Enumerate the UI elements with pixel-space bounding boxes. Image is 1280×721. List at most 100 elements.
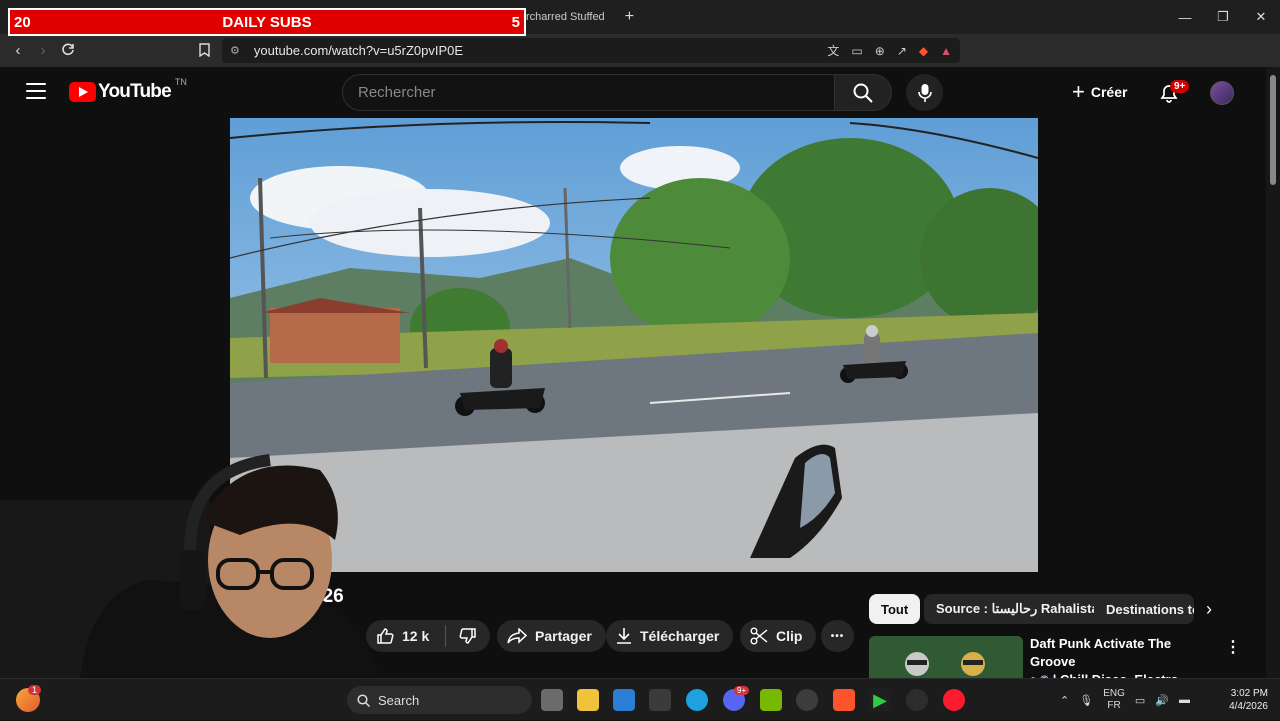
url-text: youtube.com/watch?v=u5rZ0pvIP0E xyxy=(253,43,464,58)
youtube-play-icon xyxy=(69,82,96,102)
cast-icon[interactable]: ▭ xyxy=(851,44,862,58)
taskbar-search[interactable]: Search xyxy=(347,686,532,714)
download-label: Télécharger xyxy=(640,628,720,644)
new-tab-button[interactable]: + xyxy=(625,8,634,26)
like-dislike-group: 12 k xyxy=(366,620,490,652)
maximize-button[interactable]: ❐ xyxy=(1204,0,1242,34)
youtube-logo[interactable]: YouTube TN xyxy=(69,77,187,103)
clip-label: Clip xyxy=(776,628,803,644)
brave-browser-icon[interactable] xyxy=(833,689,855,711)
window-controls: — ❐ ✕ xyxy=(1166,0,1280,34)
battery-icon[interactable]: ▬ xyxy=(1179,694,1190,706)
play-app-icon[interactable]: ▶ xyxy=(869,689,891,711)
widget-notification-badge: 1 xyxy=(28,685,42,695)
youtube-wordmark: YouTube xyxy=(98,81,172,102)
search-placeholder: Rechercher xyxy=(358,84,436,101)
recommendation-menu-icon[interactable]: ⋮ xyxy=(1225,637,1241,657)
taskbar-search-label: Search xyxy=(378,692,420,708)
recommendation-thumbnail[interactable] xyxy=(869,636,1023,678)
download-button[interactable]: Télécharger xyxy=(606,620,734,652)
download-icon xyxy=(617,628,631,644)
create-label: Créer xyxy=(1090,84,1128,100)
obs-icon[interactable] xyxy=(796,689,818,711)
clock-time: 3:02 PM xyxy=(1230,688,1268,699)
forward-icon[interactable]: › xyxy=(31,38,55,62)
scissors-icon xyxy=(750,627,768,645)
hamburger-menu-icon[interactable] xyxy=(26,83,46,99)
create-button[interactable]: + Créer xyxy=(1064,78,1135,106)
overlay-left-number: 20 xyxy=(14,13,31,31)
notification-badge: 9+ xyxy=(1170,80,1190,93)
page-scrollbar[interactable] xyxy=(1266,67,1280,678)
overlay-title: DAILY SUBS xyxy=(222,13,312,31)
share-button[interactable]: Partager xyxy=(497,620,606,652)
search-input[interactable]: Rechercher xyxy=(342,74,834,111)
overlay-right-number: 5 xyxy=(511,13,520,31)
microphone-tray-icon[interactable]: 🎙 xyxy=(1079,694,1093,707)
app-icon-2[interactable] xyxy=(906,689,928,711)
microphone-icon xyxy=(917,83,932,102)
file-explorer-icon[interactable] xyxy=(577,689,599,711)
share-icon xyxy=(507,628,527,644)
tab-title[interactable]: rcharred Stuffed xyxy=(526,11,605,23)
zoom-icon[interactable]: ⊕ xyxy=(875,44,885,58)
video-player[interactable] xyxy=(230,118,1038,572)
search-icon xyxy=(357,693,370,707)
search-icon xyxy=(853,83,873,103)
like-button[interactable]: 12 k xyxy=(366,625,446,647)
scrollbar-thumb[interactable] xyxy=(1270,75,1276,185)
thumbs-down-icon xyxy=(459,628,476,644)
windows-taskbar: 1 Search 9+ ▶ ⌃ 🎙 ENG FR ▭ 🔊 ▬ 3:02 PM 4… xyxy=(0,678,1280,720)
share-page-icon[interactable]: ↗ xyxy=(897,44,907,58)
opera-gx-icon[interactable] xyxy=(943,689,965,711)
language-top: ENG xyxy=(1103,688,1125,699)
like-count: 12 k xyxy=(402,628,430,644)
nvidia-icon[interactable] xyxy=(760,689,782,711)
brave-rewards-icon[interactable]: ▲ xyxy=(940,44,952,58)
language-bottom: FR xyxy=(1107,700,1121,711)
system-tray: ⌃ 🎙 ENG FR ▭ 🔊 ▬ xyxy=(1060,679,1190,721)
plus-icon: + xyxy=(1072,79,1085,104)
thumbnail-image xyxy=(869,636,1023,678)
video-title: 026 xyxy=(312,586,344,607)
youtube-header: YouTube TN Rechercher + Créer 9+ xyxy=(0,67,1266,117)
chevron-right-icon[interactable]: › xyxy=(1206,599,1212,620)
volume-icon[interactable]: 🔊 xyxy=(1155,694,1169,707)
chip-all[interactable]: Tout xyxy=(869,594,921,624)
task-view-icon[interactable] xyxy=(541,689,563,711)
voice-search-button[interactable] xyxy=(906,74,943,111)
dislike-button[interactable] xyxy=(446,627,490,645)
site-settings-icon[interactable]: ⚙ xyxy=(230,44,240,57)
browser-toolbar: ‹ › ⚙ youtube.com/watch?v=u5rZ0pvIP0E 文 … xyxy=(0,34,1280,92)
discord-badge: 9+ xyxy=(734,686,750,695)
bookmark-icon[interactable] xyxy=(192,38,216,62)
translate-icon[interactable]: 文 xyxy=(827,42,839,59)
reload-icon[interactable] xyxy=(56,38,80,62)
chip-source[interactable]: Source : رحاليستا Rahalista xyxy=(924,594,1111,624)
url-bar[interactable]: ⚙ youtube.com/watch?v=u5rZ0pvIP0E 文 ▭ ⊕ … xyxy=(222,38,960,63)
network-icon[interactable]: ▭ xyxy=(1135,694,1145,707)
back-icon[interactable]: ‹ xyxy=(6,38,30,62)
avatar[interactable] xyxy=(1210,81,1234,105)
microsoft-store-icon[interactable] xyxy=(613,689,635,711)
chip-destinations[interactable]: Destinations to xyxy=(1094,594,1194,624)
search-button[interactable] xyxy=(834,74,892,111)
minimize-button[interactable]: — xyxy=(1166,0,1204,34)
edge-icon[interactable] xyxy=(686,689,708,711)
url-bar-actions: 文 ▭ ⊕ ↗ ◆ ▲ xyxy=(827,38,952,63)
chevron-up-icon[interactable]: ⌃ xyxy=(1060,694,1069,707)
language-indicator[interactable]: ENG FR xyxy=(1103,688,1125,712)
video-frame-image xyxy=(230,118,1038,572)
daily-subs-overlay: 20 DAILY SUBS 5 xyxy=(8,8,526,36)
thumbs-up-icon xyxy=(377,628,394,644)
share-label: Partager xyxy=(535,628,592,644)
system-clock[interactable]: 3:02 PM 4/4/2026 xyxy=(1229,687,1268,713)
clock-date: 4/4/2026 xyxy=(1229,701,1268,712)
close-window-button[interactable]: ✕ xyxy=(1242,0,1280,34)
clip-button[interactable]: Clip xyxy=(740,620,817,652)
more-actions-button[interactable]: ••• xyxy=(821,620,854,652)
brave-shields-icon[interactable]: ◆ xyxy=(919,44,928,58)
youtube-page: YouTube TN Rechercher + Créer 9+ 026 12 … xyxy=(0,67,1266,687)
app-icon[interactable] xyxy=(649,689,671,711)
country-code: TN xyxy=(174,77,187,87)
